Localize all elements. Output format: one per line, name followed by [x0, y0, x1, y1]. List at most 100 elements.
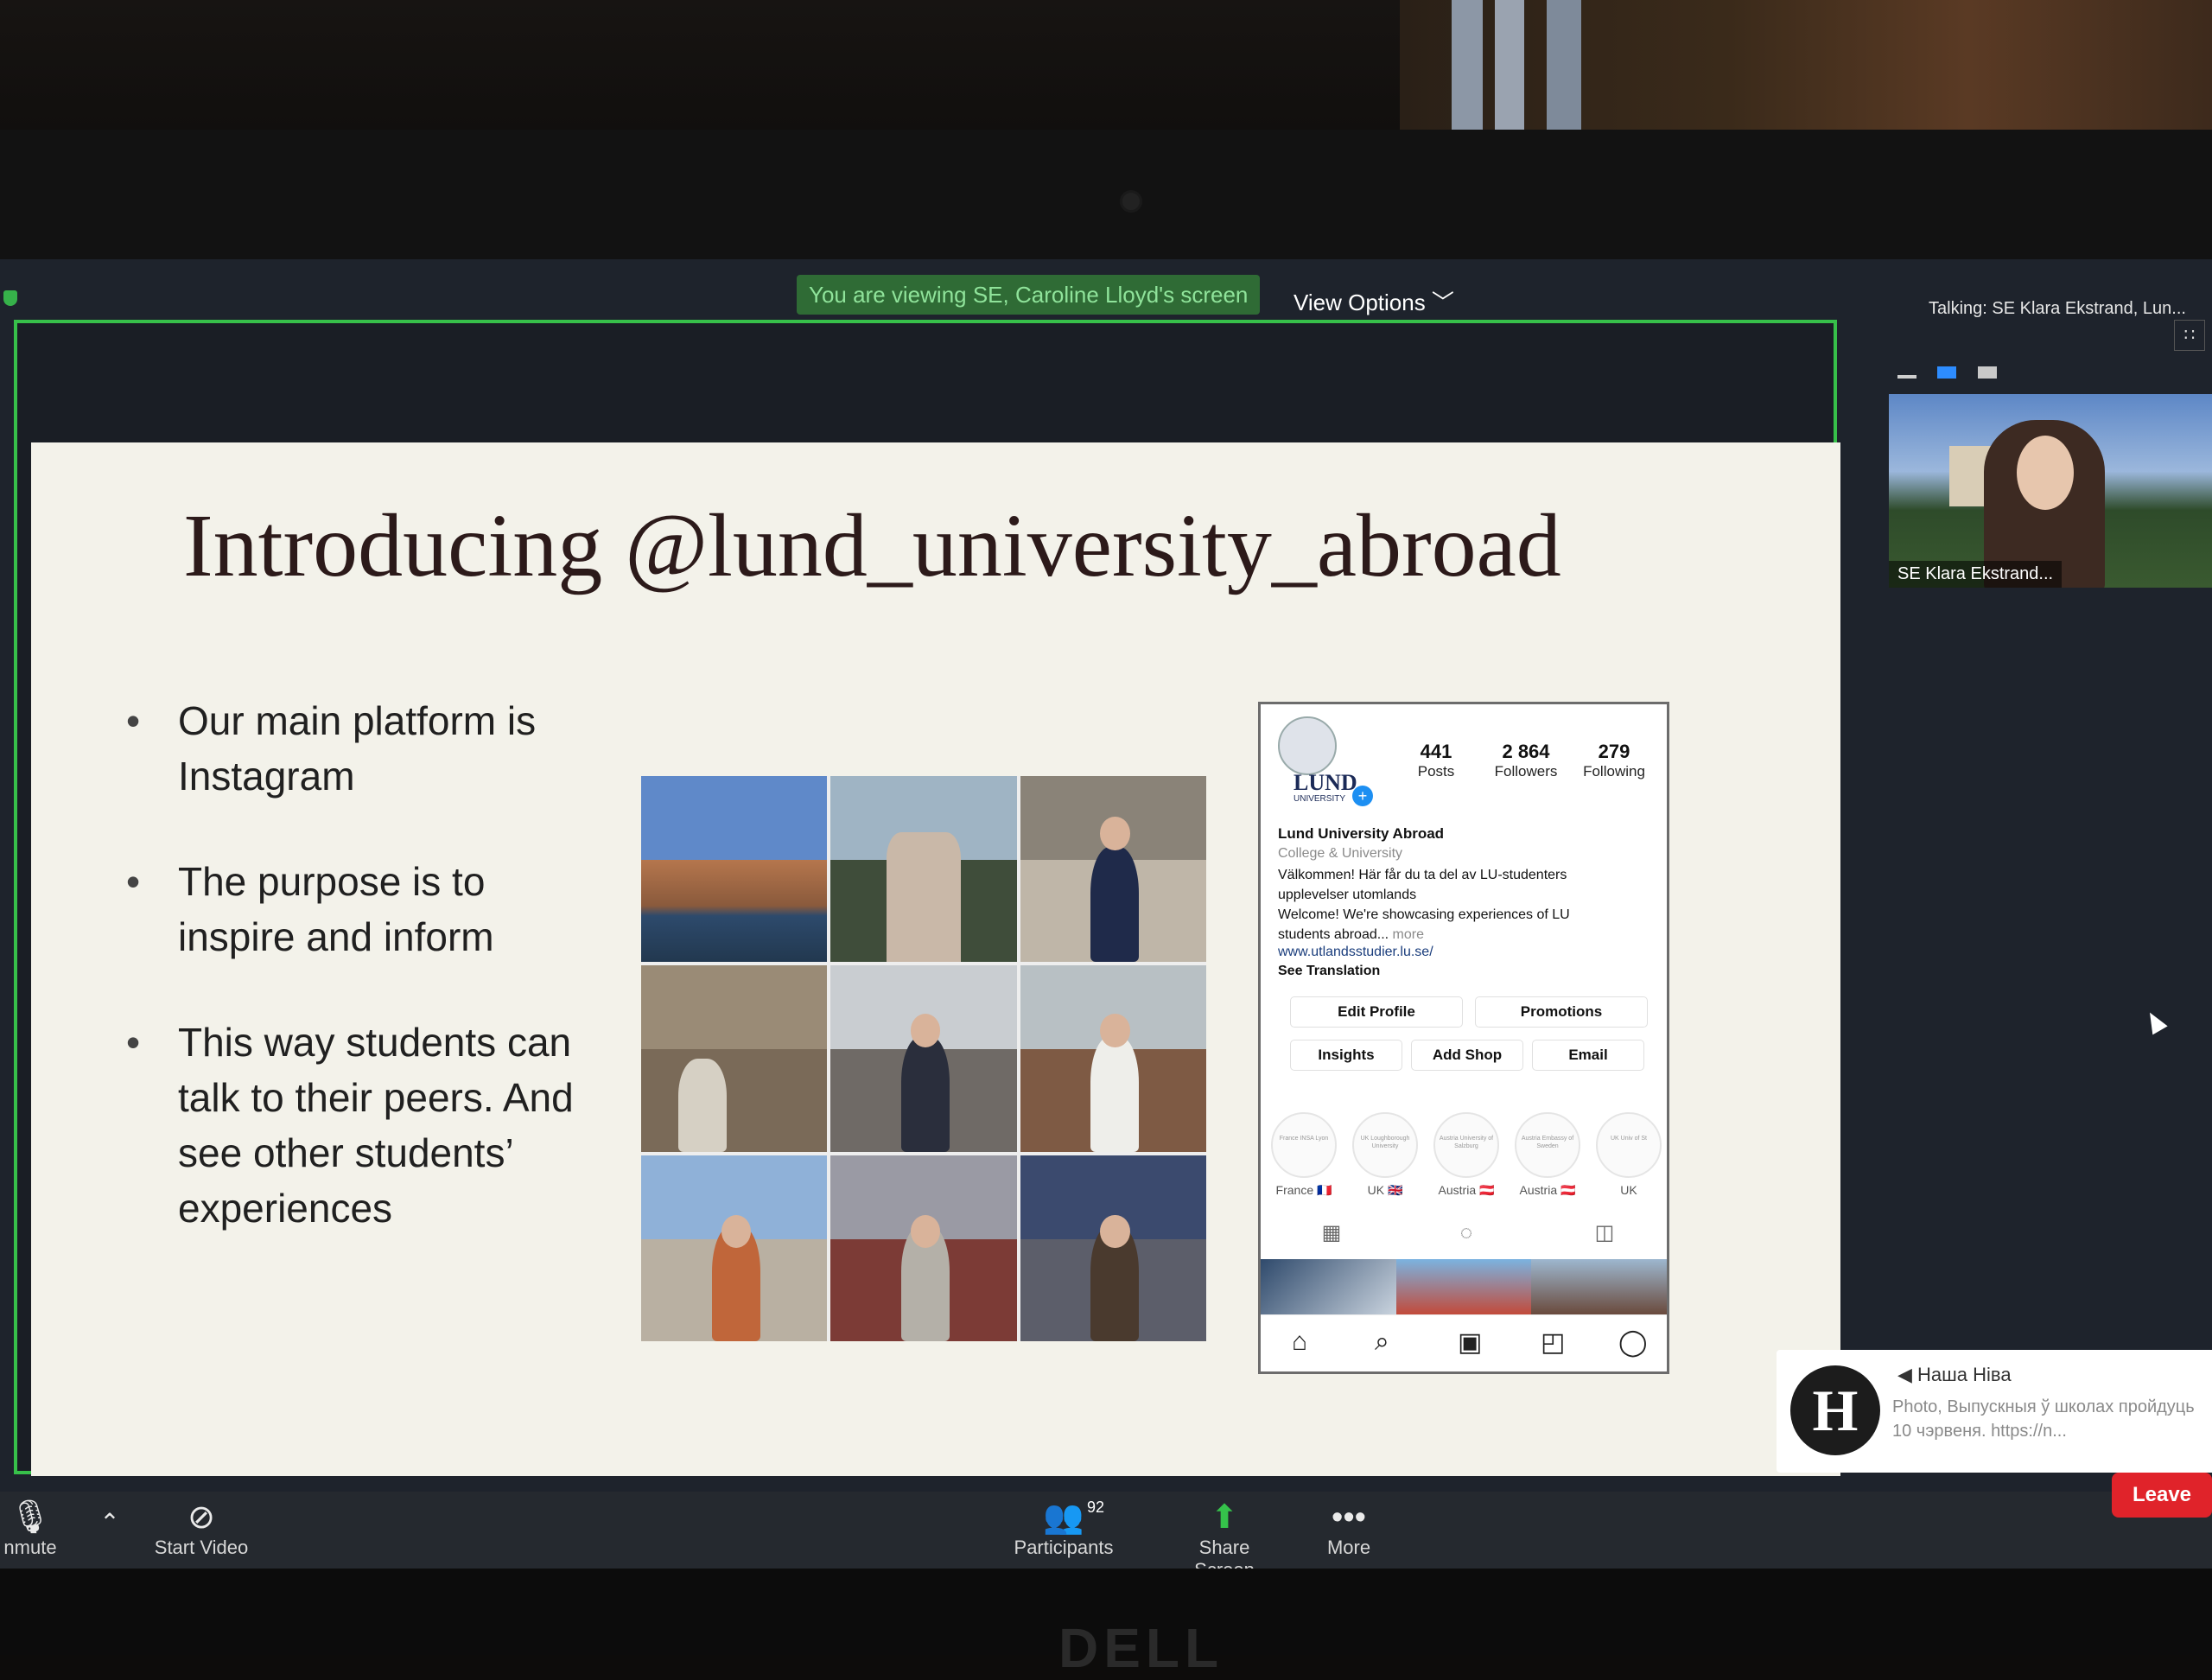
- highlight-caption: France 🇫🇷: [1275, 1183, 1332, 1197]
- story-highlight[interactable]: UK Univ of St UK: [1591, 1112, 1667, 1197]
- participants-count: 92: [1087, 1499, 1105, 1516]
- photo-tile: [641, 776, 828, 963]
- microphone-muted-icon: 🎙: [9, 1499, 52, 1536]
- bio-line: upplevelser utomlands: [1278, 888, 1417, 902]
- home-icon[interactable]: ⌂: [1292, 1327, 1307, 1357]
- story-highlight[interactable]: Austria University of Salzburg Austria 🇦…: [1428, 1112, 1504, 1198]
- followers-count: 2 864: [1502, 741, 1550, 762]
- minimize-icon[interactable]: [1897, 375, 1916, 379]
- photo-tile: [1020, 1155, 1206, 1341]
- highlight-caption: Austria 🇦🇹: [1519, 1183, 1576, 1197]
- participant-face: [2017, 436, 2074, 510]
- lund-logo-subtext: UNIVERSITY: [1294, 794, 1346, 804]
- followers-label: Followers: [1494, 763, 1558, 780]
- fullscreen-icon[interactable]: [1977, 366, 1997, 379]
- reels-tab-icon[interactable]: ◌: [1454, 1221, 1478, 1245]
- posts-count: 441: [1420, 741, 1452, 762]
- reels-icon[interactable]: ▣: [1458, 1327, 1482, 1358]
- post-thumbnail[interactable]: [1531, 1259, 1668, 1314]
- story-highlight[interactable]: France INSA Lyon France 🇫🇷: [1266, 1112, 1342, 1198]
- start-video-label: Start Video: [154, 1537, 249, 1558]
- share-screen-icon: ⬆: [1211, 1499, 1238, 1536]
- slide-title: Introducing @lund_university_abroad: [183, 496, 1561, 595]
- unmute-label: nmute: [3, 1537, 57, 1558]
- grid-view-icon[interactable]: ∷: [2174, 320, 2205, 351]
- participants-button[interactable]: 👥 Participants 92: [1007, 1499, 1120, 1559]
- following-stat: 279 Following: [1575, 741, 1653, 780]
- participant-video[interactable]: SE Klara Ekstrand...: [1889, 394, 2212, 588]
- video-panel-controls: [1897, 366, 2014, 383]
- instagram-profile-mockup: LUND UNIVERSITY + 441 Posts 2 864 Follow…: [1258, 702, 1669, 1374]
- photo-tile: [641, 965, 828, 1152]
- following-count: 279: [1598, 741, 1630, 762]
- highlight-ring-text: UK Loughborough University: [1352, 1112, 1418, 1178]
- shop-icon[interactable]: ◰: [1541, 1327, 1565, 1358]
- edit-profile-button[interactable]: Edit Profile: [1290, 996, 1463, 1028]
- promotions-button[interactable]: Promotions: [1475, 996, 1648, 1028]
- mouse-cursor-icon: [2142, 1008, 2168, 1035]
- tagged-tab-icon[interactable]: ◫: [1592, 1221, 1617, 1245]
- grid-tab-icon[interactable]: ▦: [1319, 1221, 1344, 1245]
- zoom-window: You are viewing SE, Caroline Lloyd's scr…: [0, 259, 2212, 1581]
- bio-line-text: students abroad...: [1278, 927, 1389, 942]
- more-dots-icon: •••: [1332, 1499, 1366, 1536]
- viewing-banner: You are viewing SE, Caroline Lloyd's scr…: [797, 275, 1261, 315]
- laptop-bezel-top: [0, 130, 2212, 259]
- add-shop-button[interactable]: Add Shop: [1411, 1040, 1523, 1071]
- leave-button[interactable]: Leave: [2112, 1473, 2212, 1518]
- photo-tile: [830, 776, 1017, 963]
- search-icon[interactable]: ⌕: [1375, 1327, 1389, 1357]
- highlight-ring-text: France INSA Lyon: [1271, 1112, 1337, 1178]
- shield-icon[interactable]: [3, 290, 17, 306]
- book: [1495, 0, 1524, 130]
- notification-app-logo: H: [1790, 1365, 1880, 1455]
- participant-name: SE Klara Ekstrand...: [1889, 561, 2063, 588]
- bio-line: Välkommen! Här får du ta del av LU-stude…: [1278, 868, 1567, 882]
- profile-category: College & University: [1278, 846, 1403, 861]
- presentation-slide: Introducing @lund_university_abroad Our …: [31, 442, 1840, 1476]
- bio-more-link[interactable]: more: [1393, 927, 1424, 942]
- profile-icon[interactable]: ◯: [1618, 1327, 1648, 1358]
- profile-name: Lund University Abroad: [1278, 825, 1445, 842]
- participants-label: Participants: [1014, 1537, 1114, 1558]
- bullet-list: Our main platform is Instagram The purpo…: [126, 693, 610, 1286]
- audio-options-caret[interactable]: ⌃: [97, 1504, 123, 1542]
- book: [1547, 0, 1581, 130]
- highlight-caption: UK: [1620, 1183, 1637, 1197]
- post-thumbnail[interactable]: [1261, 1259, 1396, 1314]
- webcam-lens: [1120, 190, 1142, 213]
- posts-label: Posts: [1417, 763, 1455, 780]
- highlight-ring-text: Austria University of Salzburg: [1433, 1112, 1499, 1178]
- notification-popup[interactable]: H ◀ Наша Ніва Photo, Выпускныя ў школах …: [1777, 1350, 2212, 1473]
- highlight-ring-text: UK Univ of St: [1596, 1112, 1662, 1178]
- shared-screen: Introducing @lund_university_abroad Our …: [14, 320, 1840, 1476]
- photo-tile: [1020, 776, 1206, 963]
- add-story-icon[interactable]: +: [1352, 786, 1373, 806]
- see-translation-link[interactable]: See Translation: [1278, 964, 1380, 979]
- post-thumbnail[interactable]: [1395, 1259, 1532, 1314]
- start-video-button[interactable]: ⊘ Start Video: [145, 1499, 257, 1559]
- view-options-button[interactable]: View Options ﹀: [1294, 285, 1454, 317]
- story-highlight[interactable]: Austria Embassy of Sweden Austria 🇦🇹: [1510, 1112, 1586, 1198]
- meeting-toolbar: 🎙 nmute ⌃ ⊘ Start Video 👥 Participants 9…: [0, 1492, 2212, 1581]
- profile-tabs: ▦ ◌ ◫: [1261, 1218, 1667, 1249]
- story-highlight[interactable]: UK Loughborough University UK 🇬🇧: [1347, 1112, 1423, 1198]
- posts-stat: 441 Posts: [1406, 741, 1466, 780]
- email-button[interactable]: Email: [1532, 1040, 1644, 1071]
- dell-logo: DELL: [1058, 1617, 1224, 1679]
- highlight-caption: UK 🇬🇧: [1367, 1183, 1403, 1197]
- profile-bio: Välkommen! Här får du ta del av LU-stude…: [1278, 865, 1649, 945]
- profile-website-link[interactable]: www.utlandsstudier.lu.se/: [1278, 945, 1433, 960]
- more-button[interactable]: ••• More: [1320, 1499, 1377, 1559]
- unmute-button[interactable]: 🎙 nmute: [0, 1499, 60, 1559]
- speaker-view-icon[interactable]: [1937, 366, 1957, 379]
- video-off-icon: ⊘: [188, 1499, 215, 1536]
- photo-tile: [641, 1155, 828, 1341]
- more-label: More: [1326, 1537, 1371, 1558]
- instagram-bottom-nav: ⌂ ⌕ ▣ ◰ ◯: [1261, 1314, 1667, 1371]
- followers-stat: 2 864 Followers: [1487, 741, 1565, 780]
- lund-logo-text: LUND: [1294, 770, 1357, 795]
- post-thumbnails: [1261, 1259, 1668, 1314]
- insights-button[interactable]: Insights: [1290, 1040, 1402, 1071]
- highlight-ring-text: Austria Embassy of Sweden: [1515, 1112, 1580, 1178]
